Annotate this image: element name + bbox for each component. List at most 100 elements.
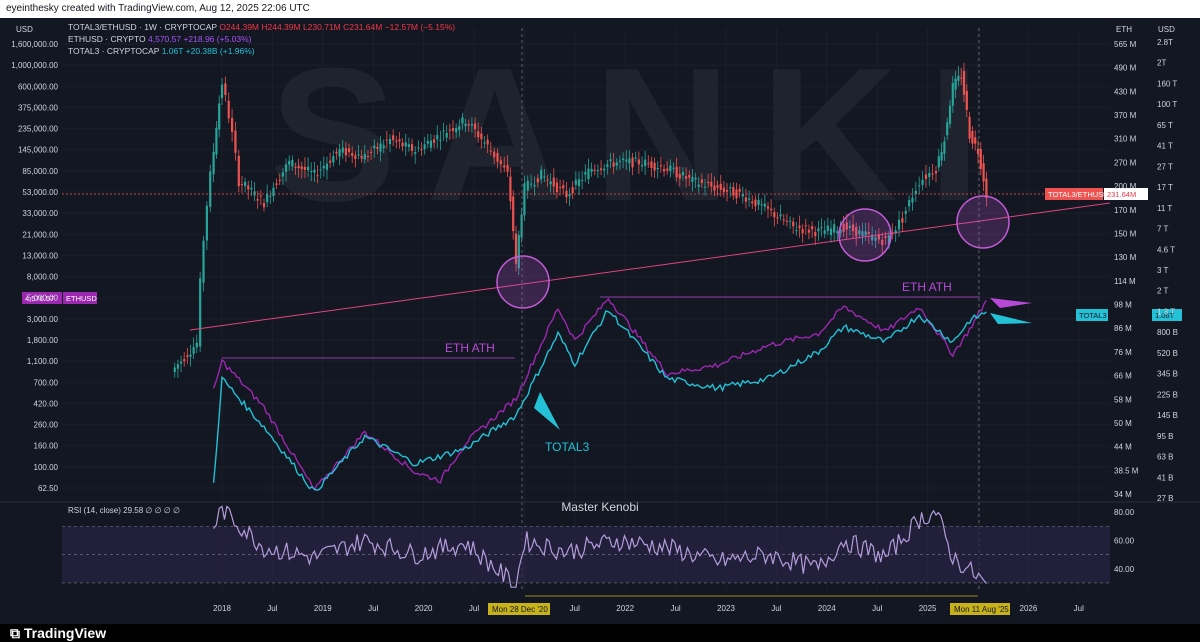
rsi-label: RSI (14, close) 29.58 ∅ ∅ ∅ ∅ bbox=[68, 506, 180, 515]
legend-values: O244.39M H244.39M L230.71M C231.64M −12.… bbox=[219, 22, 456, 32]
candle-body bbox=[259, 195, 262, 197]
candle-body bbox=[176, 364, 179, 369]
legend-row-ethusd[interactable]: ETHUSD · CRYPTO 4,570.57 +218.96 (+5.03%… bbox=[68, 34, 252, 44]
candle-body bbox=[322, 165, 325, 169]
left-axis-tick: 13,000.00 bbox=[22, 251, 58, 260]
right-axis-tick-eth: 98 M bbox=[1114, 301, 1132, 310]
candle-body bbox=[773, 212, 776, 218]
candle-body bbox=[719, 183, 722, 190]
ath-label-2: ETH ATH bbox=[902, 280, 952, 294]
candle-body bbox=[272, 187, 275, 197]
candle-body bbox=[335, 151, 338, 154]
candle-body bbox=[297, 165, 300, 169]
candle-body bbox=[703, 186, 707, 188]
candle-body bbox=[540, 169, 543, 180]
candle-body bbox=[373, 145, 376, 149]
candle-body bbox=[483, 142, 486, 144]
candle-body bbox=[473, 123, 477, 130]
candle-body bbox=[173, 367, 176, 373]
candle-body bbox=[436, 134, 439, 140]
candle-body bbox=[811, 226, 814, 230]
candle-body bbox=[965, 91, 968, 110]
candle-body bbox=[291, 159, 294, 167]
candle-body bbox=[814, 232, 817, 236]
legend-symbol: TOTAL3 · CRYPTOCAP bbox=[68, 46, 160, 56]
candle-body bbox=[954, 78, 957, 90]
candle-body bbox=[205, 205, 208, 241]
candle-body bbox=[678, 173, 681, 179]
candle-body bbox=[691, 176, 694, 182]
legend-row-total3-ethusd[interactable]: TOTAL3/ETHUSD · 1W · CRYPTOCAP O244.39M … bbox=[68, 22, 455, 32]
candle-body bbox=[590, 168, 593, 172]
highlight-circle bbox=[956, 195, 1010, 249]
candle-body bbox=[288, 160, 291, 165]
right-axis-tick-eth: 38.5 M bbox=[1114, 466, 1139, 475]
price-tag-total3-label: TOTAL3 bbox=[1079, 311, 1107, 320]
left-axis-tick: 160.00 bbox=[34, 442, 59, 451]
date-badge: Mon 28 Dec '20 bbox=[492, 605, 548, 614]
candle-body bbox=[807, 229, 811, 233]
candle-body bbox=[503, 165, 506, 168]
chart-area[interactable]: SANKI ETH ATHETH ATHTOTAL3TOTAL3/ETHUSD2… bbox=[0, 18, 1200, 624]
candle-body bbox=[581, 179, 584, 181]
candle-body bbox=[823, 230, 826, 234]
right-axis-tick-usd: 63 B bbox=[1157, 453, 1173, 462]
x-axis-tick: 2023 bbox=[717, 604, 735, 613]
left-axis-tick: 1,800.00 bbox=[27, 336, 59, 345]
candle-body bbox=[918, 185, 921, 187]
right-axis-tick-eth: 130 M bbox=[1114, 253, 1137, 262]
left-axis-tick: 62.50 bbox=[38, 484, 59, 493]
rsi-axis-tick: 40.00 bbox=[1114, 565, 1135, 574]
candle-body bbox=[461, 117, 464, 124]
candle-body bbox=[946, 122, 949, 136]
right-axis-tick-eth: 44 M bbox=[1114, 443, 1132, 452]
left-axis-tick: 100.00 bbox=[34, 463, 59, 472]
highlight-circle bbox=[838, 208, 892, 262]
candle-body bbox=[647, 163, 650, 165]
candle-body bbox=[520, 214, 523, 238]
left-axis-tick: 53,000.00 bbox=[22, 188, 58, 197]
legend-row-total3[interactable]: TOTAL3 · CRYPTOCAP 1.06T +20.38B (+1.96%… bbox=[68, 46, 255, 56]
candle-body bbox=[656, 167, 659, 170]
tradingview-logo[interactable]: ⧉ TradingView bbox=[0, 624, 1200, 642]
candle-body bbox=[294, 166, 297, 168]
candle-body bbox=[360, 155, 363, 159]
candle-body bbox=[982, 163, 985, 182]
candle-body bbox=[212, 151, 215, 175]
right-axis-tick-eth: 170 M bbox=[1114, 206, 1137, 215]
right-axis-tick-usd: 17 T bbox=[1157, 183, 1173, 192]
candle-body bbox=[199, 278, 202, 347]
candle-body bbox=[218, 103, 221, 130]
candle-body bbox=[779, 214, 782, 217]
candle-body bbox=[798, 225, 801, 229]
candle-body bbox=[195, 342, 198, 348]
x-axis-tick: Jul bbox=[267, 604, 277, 613]
candle-body bbox=[442, 130, 445, 132]
candle-body bbox=[385, 139, 388, 141]
right-axis-label-usd: USD bbox=[1158, 25, 1175, 34]
price-tag-ethusd-label: ETHUSD bbox=[66, 294, 97, 303]
candle-body bbox=[928, 172, 931, 177]
legend-symbol: ETHUSD · CRYPTO bbox=[68, 34, 146, 44]
right-axis-tick-usd: 225 B bbox=[1157, 390, 1178, 399]
left-axis-tick: 1,100.00 bbox=[27, 357, 59, 366]
candle-body bbox=[407, 144, 410, 148]
candle-body bbox=[316, 175, 319, 177]
candle-body bbox=[631, 157, 634, 168]
candle-body bbox=[795, 230, 798, 232]
candle-body bbox=[609, 159, 612, 162]
candle-body bbox=[209, 171, 212, 207]
candle-body bbox=[637, 159, 640, 165]
candle-body bbox=[985, 178, 988, 199]
candle-body bbox=[948, 105, 952, 125]
candle-body bbox=[666, 168, 669, 171]
candle-body bbox=[921, 179, 924, 185]
candle-body bbox=[713, 185, 716, 191]
candle-body bbox=[562, 185, 565, 189]
right-axis-tick-usd: 800 B bbox=[1157, 328, 1178, 337]
candle-body bbox=[675, 166, 678, 178]
left-axis-tick: 700.00 bbox=[34, 378, 59, 387]
left-axis-tick: 3,000.00 bbox=[27, 315, 59, 324]
candle-body bbox=[596, 170, 599, 172]
candle-body bbox=[401, 142, 404, 147]
